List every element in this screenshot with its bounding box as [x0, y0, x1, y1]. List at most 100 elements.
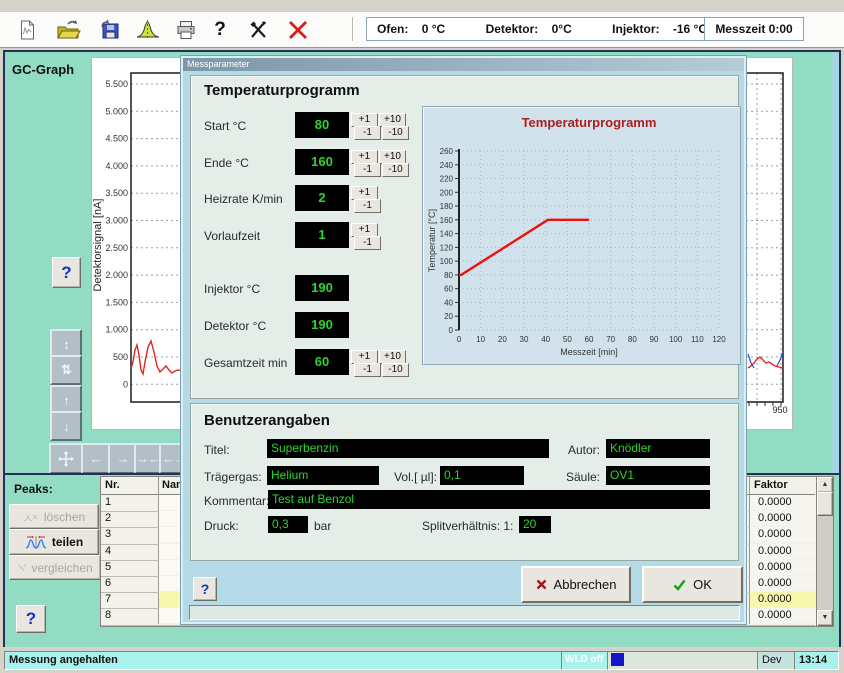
- save-button[interactable]: [95, 16, 125, 44]
- spin-plus1-button[interactable]: +1: [351, 223, 378, 237]
- peaks-help-button[interactable]: ?: [16, 605, 46, 633]
- dialog-titlebar[interactable]: Messparameter: [183, 58, 744, 71]
- messparameter-dialog: Messparameter Temperaturprogramm Start °…: [180, 55, 747, 625]
- spin-plus1-button[interactable]: +1: [351, 186, 378, 200]
- temp-y-tick: 260: [440, 147, 454, 156]
- expand-vertical-icon: ↕: [63, 337, 69, 352]
- vol-field[interactable]: 0,1: [440, 466, 524, 485]
- druck-field[interactable]: 0,3: [268, 516, 308, 533]
- gesamtzeit-min-field[interactable]: 60: [295, 349, 349, 375]
- spin-plus10-button[interactable]: +10: [379, 113, 406, 127]
- spin-minus10-button[interactable]: -10: [382, 363, 409, 377]
- scroll-up-icon: ↑: [63, 393, 69, 408]
- gc-y-tick: 2.500: [105, 243, 128, 253]
- gc-y-tick: 3.500: [105, 188, 128, 198]
- spin-plus1-button[interactable]: +1: [351, 150, 378, 164]
- graph-help-button[interactable]: ?: [52, 257, 81, 288]
- temp-y-tick: 40: [444, 298, 453, 307]
- open-button[interactable]: [53, 16, 83, 44]
- temperature-status-field: Ofen: 0 °C Detektor: 0°C Injektor: -16 °…: [366, 17, 718, 41]
- toolbar-separator: [352, 17, 354, 41]
- temp-x-axis-label: Messzeit [min]: [560, 347, 618, 357]
- temp-y-tick: 0: [449, 326, 454, 335]
- collapse-vertical-button[interactable]: ⇅: [50, 355, 82, 385]
- spin-minus1-button[interactable]: -1: [354, 363, 381, 377]
- spin-plus10-button[interactable]: +10: [379, 350, 406, 364]
- spin-minus1-button[interactable]: -1: [354, 236, 381, 250]
- titel-field[interactable]: Superbenzin: [267, 439, 549, 458]
- gc-y-tick: 5.500: [105, 79, 128, 89]
- kommentar-label: Kommentar:: [204, 494, 269, 508]
- temp-y-tick: 80: [444, 271, 453, 280]
- spin-minus10-button[interactable]: -10: [382, 126, 409, 140]
- injektor-c-field[interactable]: 190: [295, 275, 349, 301]
- ok-button[interactable]: OK: [642, 566, 743, 603]
- ende-c-field[interactable]: 160: [295, 149, 349, 175]
- spin-plus1-button[interactable]: +1: [351, 350, 378, 364]
- settings-button[interactable]: [243, 16, 273, 44]
- ofen-label: Ofen:: [377, 22, 408, 36]
- peak-button[interactable]: [133, 16, 163, 44]
- peaks-table-scrollbar[interactable]: ▲ ▼: [816, 476, 834, 627]
- split-field[interactable]: 20: [519, 516, 551, 533]
- scrollbar-down-icon[interactable]: ▼: [817, 610, 833, 626]
- spin-minus1-button[interactable]: -1: [354, 126, 381, 140]
- gc-y-tick: 500: [113, 352, 128, 362]
- vergleichen-button[interactable]: vergleichen: [9, 555, 101, 580]
- scroll-right-button[interactable]: →: [108, 443, 137, 474]
- temp-x-tick: 110: [691, 335, 704, 344]
- temp-x-tick: 70: [606, 335, 615, 344]
- new-document-button[interactable]: [12, 16, 42, 44]
- scroll-down-button[interactable]: ↓: [50, 411, 82, 441]
- print-button[interactable]: [171, 16, 201, 44]
- temp-x-tick: 10: [476, 335, 485, 344]
- scroll-down-icon: ↓: [63, 419, 69, 434]
- abbrechen-label: Abbrechen: [554, 577, 617, 592]
- spin-plus1-button[interactable]: +1: [351, 113, 378, 127]
- scrollbar-up-icon[interactable]: ▲: [817, 477, 833, 493]
- dialog-help-button[interactable]: ?: [193, 577, 217, 601]
- temp-y-tick: 160: [440, 216, 454, 225]
- gc-y-tick: 1.500: [105, 297, 128, 307]
- move-all-button[interactable]: [49, 443, 83, 474]
- traegergas-field[interactable]: Helium: [267, 466, 379, 485]
- help-button[interactable]: ?: [205, 16, 235, 44]
- traegergas-label: Trägergas:: [204, 470, 262, 484]
- vorlaufzeit-field[interactable]: 1: [295, 222, 349, 248]
- detektor-c-field[interactable]: 190: [295, 312, 349, 338]
- collapse-horizontal-icon: →←: [136, 451, 160, 466]
- cell-faktor: 0.0000: [750, 495, 823, 510]
- abort-button[interactable]: [283, 16, 313, 44]
- toolbar: ? Ofen: 0 °C Detektor: 0°C Injektor: -16…: [0, 12, 844, 48]
- scrollbar-thumb[interactable]: [817, 492, 833, 516]
- status-message: Messung angehalten: [4, 651, 563, 670]
- heizrate-k-min-field[interactable]: 2: [295, 185, 349, 211]
- scroll-right-icon: →: [117, 451, 129, 466]
- detektor-label: Detektor:: [486, 22, 539, 36]
- abbrechen-button[interactable]: Abbrechen: [521, 566, 631, 603]
- loeschen-button[interactable]: löschen: [9, 504, 99, 529]
- kommentar-field[interactable]: Test auf Benzol: [268, 490, 710, 509]
- spin-minus10-button[interactable]: -10: [382, 163, 409, 177]
- autor-field[interactable]: Knödler: [606, 439, 710, 458]
- temp-x-tick: 120: [712, 335, 726, 344]
- teilen-button[interactable]: teilen: [9, 529, 99, 555]
- scroll-left-button[interactable]: ←: [81, 443, 110, 474]
- temp-y-tick: 60: [444, 285, 453, 294]
- temp-y-tick: 20: [444, 312, 453, 321]
- ok-check-icon: [673, 579, 686, 591]
- collapse-vertical-icon: ⇅: [61, 362, 71, 378]
- spin-minus1-button[interactable]: -1: [354, 199, 381, 213]
- temperaturprogramm-chart: Temperaturprogramm0204060801001201401601…: [423, 107, 738, 362]
- temp-y-tick: 120: [440, 243, 454, 252]
- question-icon: ?: [26, 609, 36, 629]
- collapse-horizontal-button[interactable]: →←: [134, 443, 162, 474]
- user-section-heading: Benutzerangaben: [204, 412, 330, 429]
- temp-x-tick: 30: [520, 335, 529, 344]
- start-c-field[interactable]: 80: [295, 112, 349, 138]
- temp-y-tick: 240: [440, 161, 454, 170]
- saeule-field[interactable]: OV1: [606, 466, 710, 485]
- vergleichen-label: vergleichen: [31, 561, 92, 575]
- spin-plus10-button[interactable]: +10: [379, 150, 406, 164]
- spin-minus1-button[interactable]: -1: [354, 163, 381, 177]
